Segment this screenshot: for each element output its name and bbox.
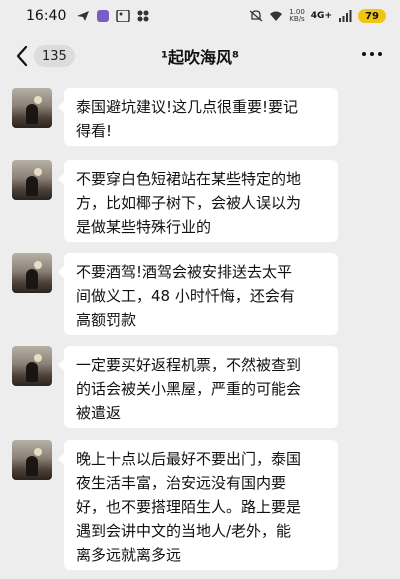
message-bubble[interactable]: 不要穿白色短裙站在某些特定的地 方，比如椰子树下，会被人误以为 是做某些特殊行业… — [58, 160, 338, 242]
chat-header: 135 ¹起吹海风⁸ — [0, 34, 400, 78]
signal-icon — [339, 10, 352, 22]
app-notification-icon — [97, 10, 110, 22]
message-bubble[interactable]: 不要酒驾!酒驾会被安排送去太平 间做义工，48 小时忏悔，还会有 高额罚款 — [58, 253, 338, 335]
avatar[interactable] — [12, 253, 52, 293]
gallery-icon — [116, 10, 131, 22]
wifi-icon — [270, 11, 283, 21]
status-bar: 16:40 1.00 KB/s 4G+ 79 — [0, 0, 400, 32]
send-icon — [77, 11, 90, 21]
avatar[interactable] — [12, 440, 52, 480]
avatar[interactable] — [12, 160, 52, 200]
net-speed: 1.00 KB/s — [289, 9, 305, 23]
mute-icon — [249, 10, 263, 22]
status-time: 16:40 — [26, 8, 67, 24]
message-bubble[interactable]: 泰国避坑建议!这几点很重要!要记 得看! — [58, 88, 338, 146]
avatar[interactable] — [12, 88, 52, 128]
more-options-icon[interactable] — [362, 52, 382, 56]
battery-indicator: 79 — [358, 9, 386, 23]
apps-icon — [137, 10, 149, 22]
message-bubble[interactable]: 一定要买好返程机票，不然被查到 的话会被关小黑屋，严重的可能会 被遣返 — [58, 346, 338, 428]
avatar[interactable] — [12, 346, 52, 386]
message-bubble[interactable]: 晚上十点以后最好不要出门，泰国 夜生活丰富，治安远没有国内要 好，也不要搭理陌生… — [58, 440, 338, 570]
network-type: 4G+ — [310, 11, 332, 21]
chat-title: ¹起吹海风⁸ — [160, 48, 240, 67]
net-speed-unit: KB/s — [289, 15, 305, 23]
